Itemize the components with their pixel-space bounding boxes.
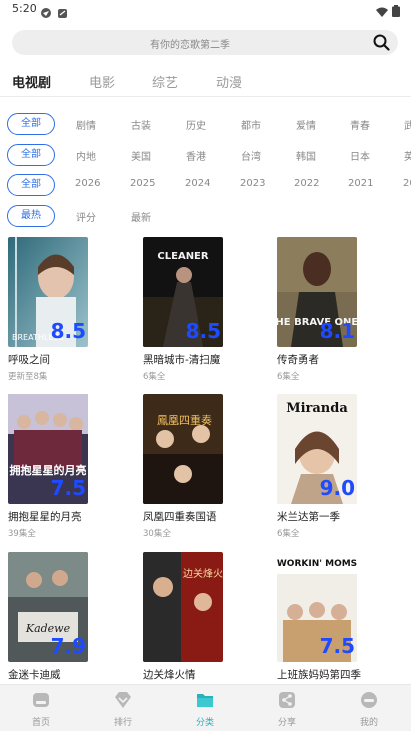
show-poster[interactable]: Miranda 9.0	[277, 394, 357, 504]
nav-label: 我的	[359, 718, 378, 728]
show-poster[interactable]: 鳳凰四重奏	[143, 394, 223, 504]
nav-share[interactable]: 分享	[246, 685, 328, 731]
score-badge: 8.5	[50, 319, 86, 343]
genre-chip[interactable]: 青春	[350, 117, 370, 132]
wifi-icon	[376, 3, 388, 22]
nav-label: 排行	[113, 718, 132, 728]
show-episode-status: 30集全	[143, 529, 171, 539]
poster-title-text: 拥抱星星的月亮	[10, 463, 87, 477]
tabs-divider	[0, 96, 411, 97]
tab-movie[interactable]: 电影	[89, 72, 115, 91]
genre-chip[interactable]: 剧情	[76, 117, 96, 132]
year-chip[interactable]: 2026	[75, 178, 100, 189]
vpn-icon	[40, 4, 52, 23]
show-episode-status: 6集全	[143, 372, 166, 382]
score-badge: 9.0	[319, 476, 355, 500]
genre-chip[interactable]: 都市	[241, 117, 261, 132]
year-chip[interactable]: 2023	[240, 178, 265, 189]
status-bar: 5:20	[0, 0, 411, 20]
nav-label: 首页	[31, 718, 50, 728]
search-icon[interactable]	[373, 34, 390, 55]
poster-title-text: WORKIN' MOMS	[277, 559, 357, 569]
region-chip[interactable]: 台湾	[241, 148, 261, 163]
search-placeholder: 有你的恋歌第二季	[150, 40, 230, 51]
score-badge: 8.5	[185, 319, 221, 343]
year-chip[interactable]: 20	[403, 178, 411, 189]
region-chip[interactable]: 日本	[350, 148, 370, 163]
poster-title-text: Miranda	[286, 401, 348, 416]
show-title: 黑暗城市-清扫魔	[143, 354, 221, 366]
sort-chip-rating[interactable]: 评分	[76, 209, 96, 224]
show-title: 金迷卡迪威	[8, 669, 61, 681]
sort-chip-hot[interactable]: 最热	[7, 205, 55, 227]
show-title: 边关烽火情	[143, 669, 196, 681]
sort-filter-row: 最热 评分 最新	[0, 205, 411, 227]
region-chip[interactable]: 英	[404, 148, 411, 163]
region-filter-row: 全部 内地 美国 香港 台湾 韩国 日本 英	[0, 144, 411, 166]
ranking-icon	[114, 691, 132, 713]
year-filter-row: 全部 2026 2025 2024 2023 2022 2021 20	[0, 174, 411, 196]
tab-anime[interactable]: 动漫	[216, 72, 242, 91]
nav-ranking[interactable]: 排行	[82, 685, 164, 731]
show-title: 拥抱星星的月亮	[8, 511, 82, 523]
show-episode-status: 更新至8集	[8, 372, 48, 382]
show-poster[interactable]: THE BRAVE ONES 8.1	[277, 237, 357, 347]
nav-home[interactable]: 首页	[0, 685, 82, 731]
show-poster[interactable]: 拥抱星星的月亮 7.5	[8, 394, 88, 504]
nav-profile[interactable]: 我的	[328, 685, 410, 731]
show-episode-status: 6集全	[277, 529, 300, 539]
show-episode-status: 6集全	[277, 372, 300, 382]
sort-chip-latest[interactable]: 最新	[131, 209, 151, 224]
year-chip[interactable]: 2024	[185, 178, 210, 189]
tab-variety[interactable]: 综艺	[152, 72, 178, 91]
show-title: 呼吸之间	[8, 354, 50, 366]
genre-chip[interactable]: 古装	[131, 117, 151, 132]
poster-title-text: 边关烽火	[183, 567, 223, 580]
show-title: 凤凰四重奏国语	[143, 511, 217, 523]
genre-filter-row: 全部 剧情 古装 历史 都市 爱情 青春 武	[0, 113, 411, 135]
search-bar[interactable]: 有你的恋歌第二季	[12, 30, 398, 55]
region-chip[interactable]: 韩国	[296, 148, 316, 163]
show-poster[interactable]: 边关烽火	[143, 552, 223, 662]
share-icon	[278, 691, 296, 713]
show-title: 传奇勇者	[277, 354, 319, 366]
region-chip-all[interactable]: 全部	[7, 144, 55, 166]
show-title: 上班族妈妈第四季	[277, 669, 361, 681]
poster-title-text: 鳳凰四重奏	[157, 413, 212, 427]
home-icon	[32, 691, 50, 713]
region-chip[interactable]: 内地	[76, 148, 96, 163]
score-badge: 7.5	[319, 634, 355, 658]
tab-tv[interactable]: 电视剧	[12, 72, 51, 91]
notification-icon	[57, 4, 68, 23]
show-poster[interactable]: CLEANER 8.5	[143, 237, 223, 347]
genre-chip-all[interactable]: 全部	[7, 113, 55, 135]
nav-label: 分类	[195, 718, 214, 728]
profile-icon	[360, 691, 378, 713]
genre-chip[interactable]: 爱情	[296, 117, 316, 132]
status-time: 5:20	[12, 2, 37, 15]
nav-label: 分享	[277, 718, 296, 728]
score-badge: 8.1	[319, 319, 355, 343]
year-chip[interactable]: 2022	[294, 178, 319, 189]
year-chip[interactable]: 2021	[348, 178, 373, 189]
nav-category[interactable]: 分类	[164, 685, 246, 731]
show-title: 米兰达第一季	[277, 511, 340, 523]
genre-chip[interactable]: 历史	[186, 117, 206, 132]
show-poster[interactable]: BREATHLESS 8.5	[8, 237, 88, 347]
category-icon	[196, 691, 214, 713]
battery-icon	[392, 2, 400, 21]
category-tabs: 电视剧 电影 综艺 动漫	[0, 70, 411, 96]
score-badge: 7.5	[50, 476, 86, 500]
year-chip[interactable]: 2025	[130, 178, 155, 189]
show-poster[interactable]: WORKIN' MOMS 7.5	[277, 552, 357, 662]
show-poster[interactable]: Kadewe 7.9	[8, 552, 88, 662]
show-episode-status: 39集全	[8, 529, 36, 539]
region-chip[interactable]: 香港	[186, 148, 206, 163]
year-chip-all[interactable]: 全部	[7, 174, 55, 196]
score-badge: 7.9	[50, 634, 86, 658]
bottom-navigation: 首页 排行 分类 分享 我的	[0, 684, 411, 731]
poster-title-text: CLEANER	[157, 251, 208, 262]
genre-chip[interactable]: 武	[404, 117, 411, 132]
region-chip[interactable]: 美国	[131, 148, 151, 163]
